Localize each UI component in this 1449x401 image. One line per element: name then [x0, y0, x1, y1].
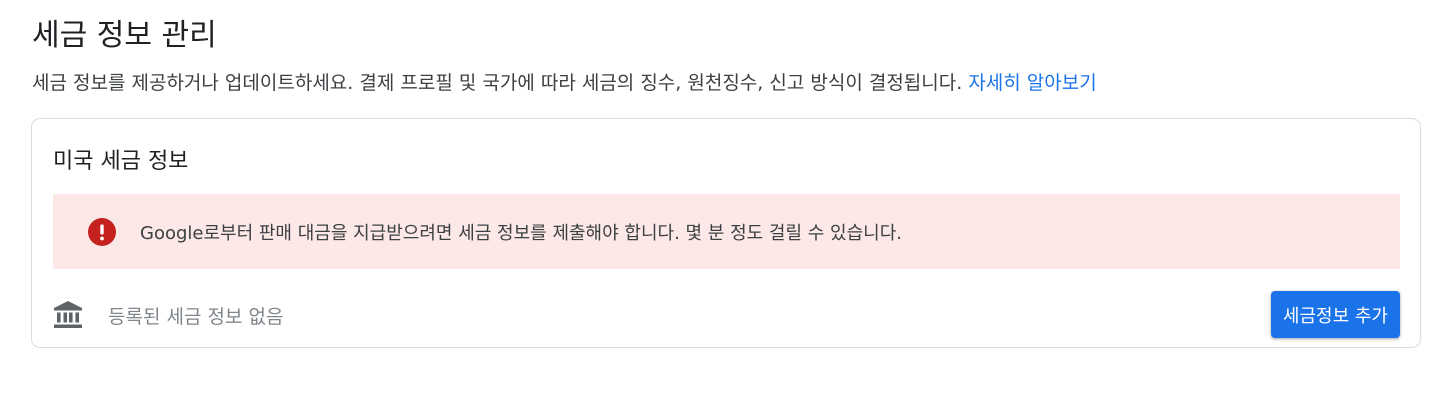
us-tax-info-card: 미국 세금 정보 Google로부터 판매 대금을 지급받으려면 세금 정보를 … [31, 118, 1421, 348]
alert-text: Google로부터 판매 대금을 지급받으려면 세금 정보를 제출해야 합니다.… [140, 222, 903, 244]
page-title: 세금 정보 관리 [32, 18, 217, 53]
description-text: 세금 정보를 제공하거나 업데이트하세요. 결제 프로필 및 국가에 따라 세금… [32, 72, 969, 94]
card-title: 미국 세금 정보 [53, 149, 189, 174]
page-description: 세금 정보를 제공하거나 업데이트하세요. 결제 프로필 및 국가에 따라 세금… [32, 68, 1097, 95]
bank-icon [53, 300, 83, 330]
add-tax-info-button[interactable]: 세금정보 추가 [1270, 291, 1400, 338]
tax-required-alert: Google로부터 판매 대금을 지급받으려면 세금 정보를 제출해야 합니다.… [53, 194, 1400, 269]
tax-info-empty-row: 등록된 세금 정보 없음 세금정보 추가 [53, 291, 1400, 339]
empty-state-text: 등록된 세금 정보 없음 [108, 305, 284, 328]
tax-info-page: 세금 정보 관리 세금 정보를 제공하거나 업데이트하세요. 결제 프로필 및 … [0, 0, 1449, 401]
learn-more-link[interactable]: 자세히 알아보기 [968, 72, 1096, 94]
error-icon [88, 217, 116, 246]
